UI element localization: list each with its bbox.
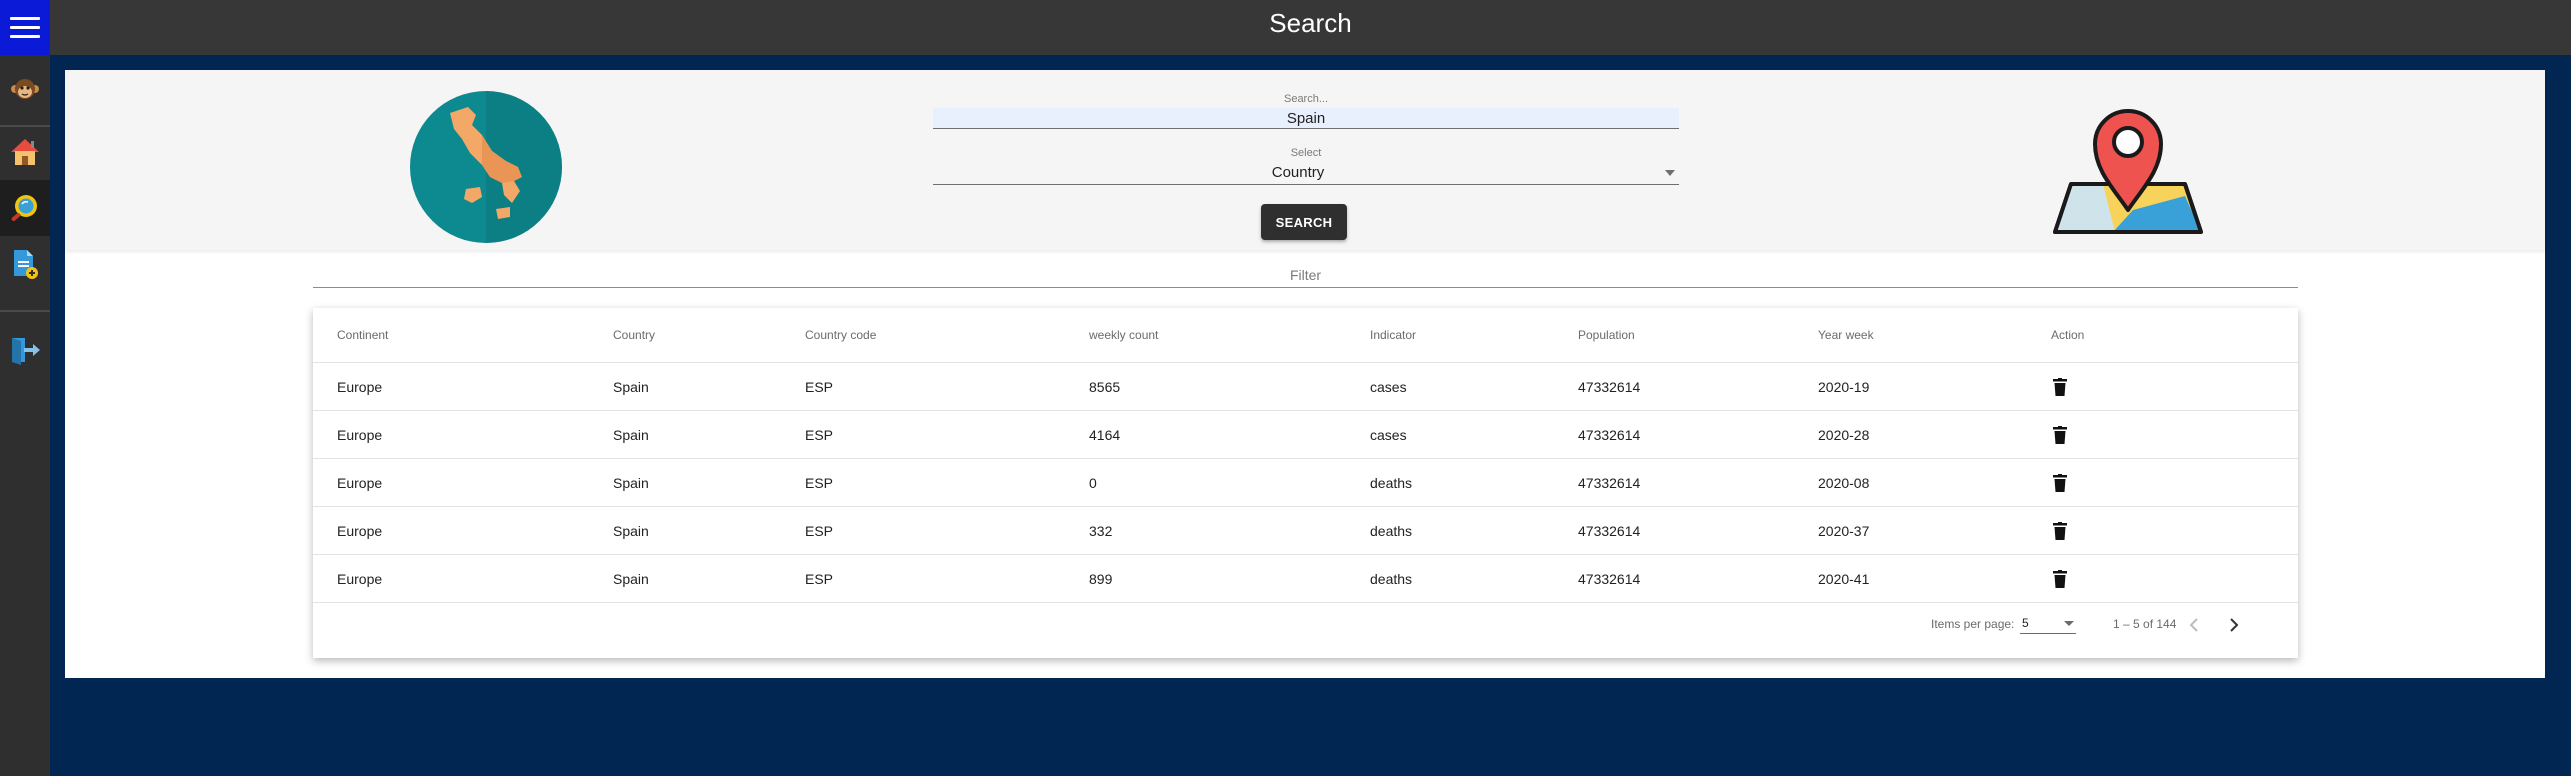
cell-weekly-count: 899	[1089, 571, 1113, 587]
hamburger-menu-icon[interactable]	[0, 0, 50, 55]
table-row: Europe Spain ESP 4164 cases 47332614 202…	[313, 411, 2298, 459]
cell-weekly-count: 332	[1089, 523, 1113, 539]
column-header-continent[interactable]: Continent	[337, 328, 388, 342]
select-value: Country	[1271, 164, 1325, 181]
cell-indicator: deaths	[1370, 571, 1413, 587]
search-input[interactable]	[933, 108, 1679, 129]
cell-weekly-count: 0	[1089, 475, 1097, 491]
data-table: Continent Country Country code weekly co…	[313, 308, 2298, 658]
monkey-avatar-icon[interactable]	[0, 62, 50, 118]
home-icon[interactable]	[0, 124, 50, 180]
cell-year-week: 2020-08	[1818, 475, 1870, 491]
next-page-button[interactable]	[2220, 611, 2248, 639]
search-type-select[interactable]: Country	[933, 160, 1679, 185]
map-pin-icon	[2053, 109, 2203, 234]
trash-icon[interactable]	[2048, 471, 2072, 495]
search-label: Search...	[1283, 93, 1329, 105]
cell-continent: Europe	[337, 427, 383, 443]
cell-country: Spain	[613, 571, 649, 587]
trash-icon[interactable]	[2048, 375, 2072, 399]
cell-population: 47332614	[1578, 379, 1641, 395]
cell-indicator: deaths	[1370, 523, 1413, 539]
table-row: Europe Spain ESP 899 deaths 47332614 202…	[313, 555, 2298, 603]
column-header-country-code[interactable]: Country code	[805, 328, 876, 342]
cell-population: 47332614	[1578, 427, 1641, 443]
cell-country: Spain	[613, 523, 649, 539]
column-header-year-week[interactable]: Year week	[1818, 328, 1874, 342]
cell-country: Spain	[613, 427, 649, 443]
chevron-down-icon	[2064, 621, 2074, 626]
cell-year-week: 2020-28	[1818, 427, 1870, 443]
sidebar-divider	[0, 310, 50, 312]
cell-country-code: ESP	[805, 475, 834, 491]
page-size-select[interactable]: 5	[2020, 612, 2076, 634]
cell-year-week: 2020-37	[1818, 523, 1870, 539]
table-row: Europe Spain ESP 332 deaths 47332614 202…	[313, 507, 2298, 555]
main-panel: Search... Select Country SEARCH Continen…	[65, 70, 2545, 678]
cell-weekly-count: 8565	[1089, 379, 1121, 395]
trash-icon[interactable]	[2048, 567, 2072, 591]
filter-input[interactable]	[313, 262, 2298, 288]
table-row: Europe Spain ESP 0 deaths 47332614 2020-…	[313, 459, 2298, 507]
select-label: Select	[1290, 147, 1322, 159]
column-header-population[interactable]: Population	[1578, 328, 1635, 342]
chevron-right-icon	[2230, 618, 2239, 632]
table-header: Continent Country Country code weekly co…	[313, 308, 2298, 363]
cell-weekly-count: 4164	[1089, 427, 1121, 443]
cell-continent: Europe	[337, 379, 383, 395]
cell-continent: Europe	[337, 475, 383, 491]
trash-icon[interactable]	[2048, 423, 2072, 447]
cell-continent: Europe	[337, 571, 383, 587]
top-bar: Search	[50, 0, 2571, 55]
column-header-action: Action	[2051, 328, 2085, 342]
items-per-page-label: Items per page:	[1931, 617, 2015, 631]
previous-page-button[interactable]	[2180, 611, 2208, 639]
globe-italy-icon	[410, 91, 562, 243]
cell-indicator: deaths	[1370, 475, 1413, 491]
cell-year-week: 2020-41	[1818, 571, 1870, 587]
cell-continent: Europe	[337, 523, 383, 539]
search-button[interactable]: SEARCH	[1261, 204, 1347, 240]
trash-icon[interactable]	[2048, 519, 2072, 543]
cell-population: 47332614	[1578, 523, 1641, 539]
add-document-icon[interactable]	[0, 236, 50, 292]
table-row: Europe Spain ESP 8565 cases 47332614 202…	[313, 363, 2298, 411]
logout-icon[interactable]	[0, 322, 50, 378]
search-icon[interactable]	[0, 180, 50, 236]
cell-country-code: ESP	[805, 571, 834, 587]
cell-country-code: ESP	[805, 379, 834, 395]
page-range-label: 1 – 5 of 144	[2113, 617, 2177, 631]
cell-country: Spain	[613, 475, 649, 491]
cell-country-code: ESP	[805, 523, 834, 539]
cell-population: 47332614	[1578, 571, 1641, 587]
search-panel: Search... Select Country SEARCH	[65, 70, 2545, 250]
page-title: Search	[1269, 8, 1352, 38]
cell-year-week: 2020-19	[1818, 379, 1870, 395]
column-header-country[interactable]: Country	[613, 328, 655, 342]
cell-country: Spain	[613, 379, 649, 395]
page-size-value: 5	[2022, 616, 2029, 630]
cell-population: 47332614	[1578, 475, 1641, 491]
column-header-indicator[interactable]: Indicator	[1370, 328, 1416, 342]
sidebar	[0, 0, 50, 776]
cell-country-code: ESP	[805, 427, 834, 443]
chevron-left-icon	[2189, 618, 2198, 632]
cell-indicator: cases	[1370, 379, 1407, 395]
cell-indicator: cases	[1370, 427, 1407, 443]
paginator: Items per page: 5 1 – 5 of 144	[313, 603, 2298, 647]
chevron-down-icon	[1665, 170, 1675, 176]
column-header-weekly-count[interactable]: weekly count	[1089, 328, 1158, 342]
